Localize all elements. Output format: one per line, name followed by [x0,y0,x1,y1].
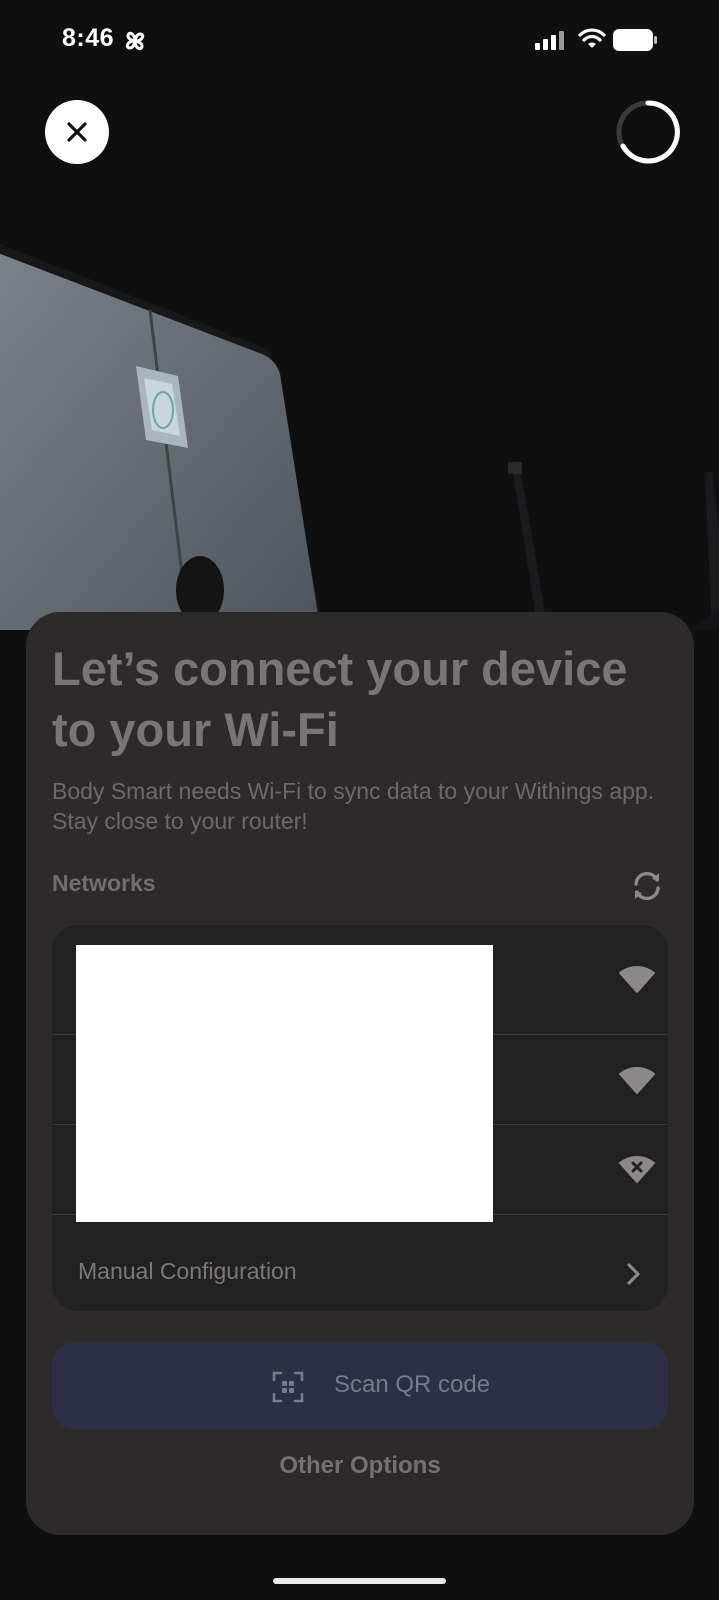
networks-section-label: Networks [52,870,156,896]
wifi-icon [619,966,655,993]
page-subtitle: Body Smart needs Wi-Fi to sync data to y… [52,778,655,834]
other-options-link[interactable]: Other Options [26,1452,694,1480]
scan-qr-code-button[interactable]: Scan QR code [52,1342,668,1430]
close-icon [67,122,87,142]
smart-scale-and-router-illustration [0,243,719,630]
wifi-status-icon [578,28,606,48]
cellular-signal-icon [535,31,564,50]
close-button[interactable] [45,100,109,164]
battery-icon [613,29,657,51]
scan-qr-code-label: Scan QR code [334,1371,491,1398]
page-title: Let’s connect your device to your Wi-Fi [52,642,628,756]
status-time: 8:46 [62,24,115,52]
loading-spinner-icon [616,100,680,164]
refresh-icon[interactable] [630,869,664,903]
home-indicator[interactable] [273,1578,446,1584]
network-list: Manual Configuration [52,925,668,1311]
wifi-icon [619,1067,655,1094]
status-bar: 8:46 [0,0,719,80]
manual-configuration-label: Manual Configuration [78,1258,297,1284]
wifi-off-icon [619,1156,655,1183]
redacted-network-names [76,945,493,1222]
wifi-setup-sheet: Let’s connect your device to your Wi-Fi … [26,612,694,1535]
hero-illustration [0,200,719,630]
chevron-right-icon [627,1263,640,1285]
focus-mode-icon [125,31,145,51]
qr-scan-icon [272,1371,304,1403]
